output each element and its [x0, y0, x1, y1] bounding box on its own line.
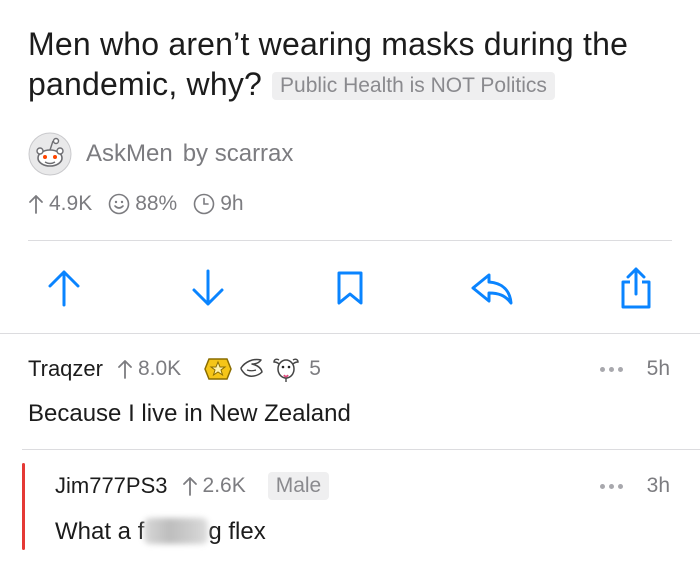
comment-right-meta: 5h	[598, 353, 670, 385]
more-options-button[interactable]	[598, 483, 625, 489]
award-count: 5	[309, 357, 321, 380]
comment-score-value: 2.6K	[202, 474, 246, 497]
comment-author[interactable]: Jim777PS3	[55, 473, 168, 499]
bookmark-icon	[337, 271, 363, 305]
share-icon	[621, 267, 651, 309]
post-title: Men who aren’t wearing masks during the …	[28, 24, 678, 104]
smiley-icon	[108, 193, 130, 215]
post-age: 9h	[220, 192, 244, 215]
upvote-count: 4.9K	[49, 192, 93, 215]
comment-age: 3h	[646, 474, 670, 497]
upvote-ratio: 88%	[135, 192, 178, 215]
post-action-bar	[0, 258, 700, 322]
comment-age: 5h	[646, 357, 670, 380]
reddit-snoo-icon[interactable]	[28, 132, 72, 176]
age-stat: 9h	[193, 192, 244, 216]
post-flair[interactable]: Public Health is NOT Politics	[272, 72, 555, 100]
comment-text-after: g flex	[208, 518, 266, 545]
comment-score-value: 8.0K	[137, 357, 182, 380]
hand-award-icon[interactable]	[237, 354, 267, 384]
divider	[0, 333, 700, 334]
gold-award-icon[interactable]	[203, 354, 233, 384]
arrow-up-icon	[182, 477, 197, 496]
user-flair: Male	[267, 472, 330, 500]
comment-score: 8.0K	[117, 357, 181, 381]
divider	[22, 449, 700, 450]
censor-blur	[144, 518, 209, 544]
comment-header: Jim777PS3 2.6K Male	[55, 470, 330, 502]
comment-score: 2.6K	[182, 474, 246, 498]
comment-body: Because I live in New Zealand	[28, 400, 351, 427]
divider	[28, 240, 672, 241]
clock-icon	[193, 193, 215, 215]
post-author[interactable]: by scarrax	[183, 140, 294, 168]
ratio-stat: 88%	[108, 192, 177, 216]
comment-text-before: What a f	[55, 518, 145, 545]
comment-right-meta: 3h	[598, 470, 670, 502]
reply-thread-line[interactable]	[22, 463, 25, 550]
goat-award-icon[interactable]	[271, 354, 301, 384]
reply-button[interactable]	[468, 264, 516, 312]
comment-header: Traqzer 8.0K 5	[28, 353, 321, 385]
arrow-up-icon	[29, 195, 43, 214]
save-button[interactable]	[326, 264, 374, 312]
comment-body: What a f g flex	[55, 518, 266, 546]
subreddit-name[interactable]: AskMen	[86, 140, 173, 168]
subreddit-row: AskMen by scarrax	[28, 130, 293, 178]
upvote-stat: 4.9K	[28, 192, 92, 216]
reply-arrow-icon	[471, 273, 513, 305]
post-stats: 4.9K 88% 9h	[28, 188, 260, 220]
more-options-button[interactable]	[598, 366, 625, 372]
downvote-button[interactable]	[184, 264, 232, 312]
share-button[interactable]	[612, 264, 660, 312]
arrow-up-icon	[48, 270, 80, 307]
arrow-down-icon	[192, 269, 224, 306]
arrow-up-icon	[118, 360, 132, 379]
upvote-button[interactable]	[40, 264, 88, 312]
comment-author[interactable]: Traqzer	[28, 356, 103, 382]
